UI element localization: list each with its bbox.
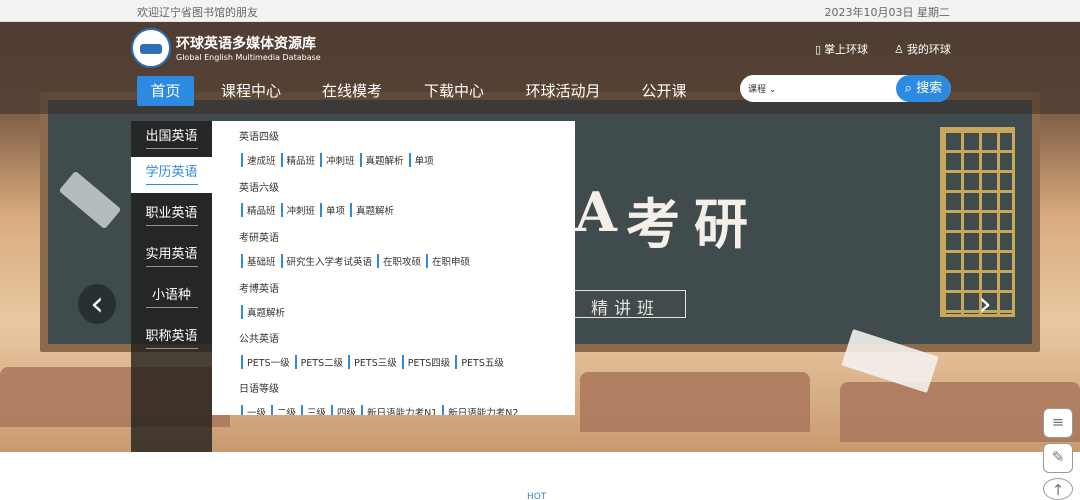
side-item-label: 学历英语: [145, 162, 198, 185]
course-link[interactable]: 新日语能力考N2: [442, 405, 522, 415]
category-side-menu: 出国英语 学历英语 职业英语 实用英语 小语种 职称英语: [131, 121, 212, 452]
side-item-study-abroad[interactable]: 出国英语: [131, 121, 212, 157]
category-links: 精品班 冲刺班 单项 真题解析: [241, 203, 399, 217]
side-item-label: 职业英语: [145, 203, 198, 226]
user-icon: ♙: [894, 43, 904, 56]
course-link[interactable]: 新日语能力考N1: [361, 405, 441, 415]
brand-english-name: Global English Multimedia Database: [176, 53, 321, 62]
scroll-tool[interactable]: ≡: [1043, 408, 1073, 438]
side-item-career[interactable]: 职业英语: [131, 198, 212, 234]
course-link[interactable]: 冲刺班: [280, 203, 320, 217]
banner-title: 考研: [626, 192, 762, 256]
side-item-label: 出国英语: [145, 126, 198, 149]
course-link[interactable]: 在职申硕: [426, 254, 474, 268]
course-link[interactable]: 二级: [271, 405, 300, 415]
search-icon: ⌕: [904, 81, 913, 96]
date-text: 2023年10月03日 星期二: [824, 6, 951, 19]
top-bar: 欢迎辽宁省图书馆的朋友 2023年10月03日 星期二: [0, 0, 1080, 22]
search-input[interactable]: [794, 79, 892, 98]
category-links: 一级 二级 三级 四级 新日语能力考N1 新日语能力考N2: [241, 405, 523, 415]
course-link[interactable]: 精品班: [241, 203, 280, 217]
course-link[interactable]: PETS五级: [455, 355, 508, 369]
course-link[interactable]: PETS三级: [348, 355, 401, 369]
banner-subtitle: 精讲班: [570, 290, 686, 319]
category-links: 基础班 研究生入学考试英语 在职攻硕 在职申硕: [241, 254, 475, 268]
mobile-link-label: 掌上环球: [824, 43, 869, 56]
category-title: 日语等级: [239, 384, 279, 395]
scroll-icon: ≡: [1051, 413, 1065, 431]
nav-activity-month[interactable]: 环球活动月: [519, 76, 607, 106]
course-link[interactable]: PETS一级: [241, 355, 294, 369]
course-link[interactable]: 研究生入学考试英语: [280, 254, 377, 268]
category-title: 考研英语: [239, 233, 279, 244]
side-item-professional-title[interactable]: 职称英语: [131, 321, 212, 357]
my-account-link[interactable]: ♙ 我的环球: [894, 41, 951, 57]
course-link[interactable]: 冲刺班: [320, 153, 359, 167]
hot-label: HOT: [527, 492, 547, 500]
course-link[interactable]: 三级: [301, 405, 330, 415]
course-link[interactable]: 单项: [320, 203, 349, 217]
search-category-label: 课程: [748, 85, 767, 95]
course-link[interactable]: 真题解析: [359, 153, 408, 167]
course-link[interactable]: 真题解析: [350, 203, 398, 217]
chevron-down-icon: ⌄: [768, 85, 777, 95]
nav-download[interactable]: 下载中心: [418, 76, 490, 106]
welcome-text: 欢迎辽宁省图书馆的朋友: [137, 6, 258, 19]
category-dropdown-panel: 英语四级 速成班 精品班 冲刺班 真题解析 单项 英语六级 精品班 冲刺班 单项 真题解析 考…: [212, 121, 575, 415]
course-link[interactable]: 单项: [408, 153, 438, 167]
category-title: 公共英语: [239, 334, 279, 345]
back-to-top-button[interactable]: ↑: [1043, 478, 1073, 500]
search-category-select[interactable]: 课程 ⌄: [748, 82, 776, 95]
side-item-minor-languages[interactable]: 小语种: [131, 280, 212, 316]
category-title: 考博英语: [239, 284, 279, 295]
category-links: PETS一级 PETS二级 PETS三级 PETS四级 PETS五级: [241, 355, 509, 369]
mobile-link[interactable]: ▯ 掌上环球: [815, 41, 868, 57]
category-title: 英语四级: [239, 132, 279, 143]
nav-courses[interactable]: 课程中心: [215, 76, 287, 106]
course-link[interactable]: 四级: [331, 405, 360, 415]
banner-title-partial: A: [575, 180, 617, 244]
search-bar: 课程 ⌄ ⌕ 搜索: [740, 75, 951, 102]
search-button[interactable]: ⌕ 搜索: [896, 75, 951, 102]
course-link[interactable]: 真题解析: [241, 305, 289, 319]
course-link[interactable]: 精品班: [280, 153, 320, 167]
arrow-up-icon: ↑: [1051, 481, 1065, 499]
course-link[interactable]: 一级: [241, 405, 270, 415]
course-link[interactable]: PETS二级: [294, 355, 348, 369]
nav-mock-exam[interactable]: 在线模考: [316, 76, 388, 106]
side-item-practical[interactable]: 实用英语: [131, 239, 212, 275]
side-item-label: 实用英语: [145, 244, 198, 267]
banner-next-arrow-icon[interactable]: ›: [966, 284, 1004, 324]
my-account-label: 我的环球: [906, 43, 951, 56]
feedback-tool[interactable]: ✎: [1043, 443, 1073, 473]
brand-name[interactable]: 环球英语多媒体资源库: [176, 33, 316, 53]
note-icon: ✎: [1051, 448, 1065, 466]
course-link[interactable]: 在职攻硕: [377, 254, 425, 268]
side-item-label: 职称英语: [145, 326, 198, 349]
banner-prev-arrow-icon[interactable]: ‹: [78, 284, 116, 324]
category-links: 速成班 精品班 冲刺班 真题解析 单项: [241, 153, 439, 167]
site-logo[interactable]: [131, 28, 171, 68]
banner-desk-decoration: [580, 372, 810, 432]
nav-open-class[interactable]: 公开课: [635, 76, 693, 106]
course-link[interactable]: 基础班: [241, 254, 280, 268]
side-item-academic[interactable]: 学历英语: [131, 157, 212, 193]
course-link[interactable]: PETS四级: [401, 355, 455, 369]
phone-icon: ▯: [815, 43, 822, 56]
nav-home[interactable]: 首页: [137, 76, 194, 106]
category-links: 真题解析: [241, 305, 290, 319]
category-title: 英语六级: [239, 183, 279, 194]
side-item-label: 小语种: [145, 285, 198, 308]
course-link[interactable]: 速成班: [241, 153, 280, 167]
search-button-label: 搜索: [916, 81, 943, 96]
